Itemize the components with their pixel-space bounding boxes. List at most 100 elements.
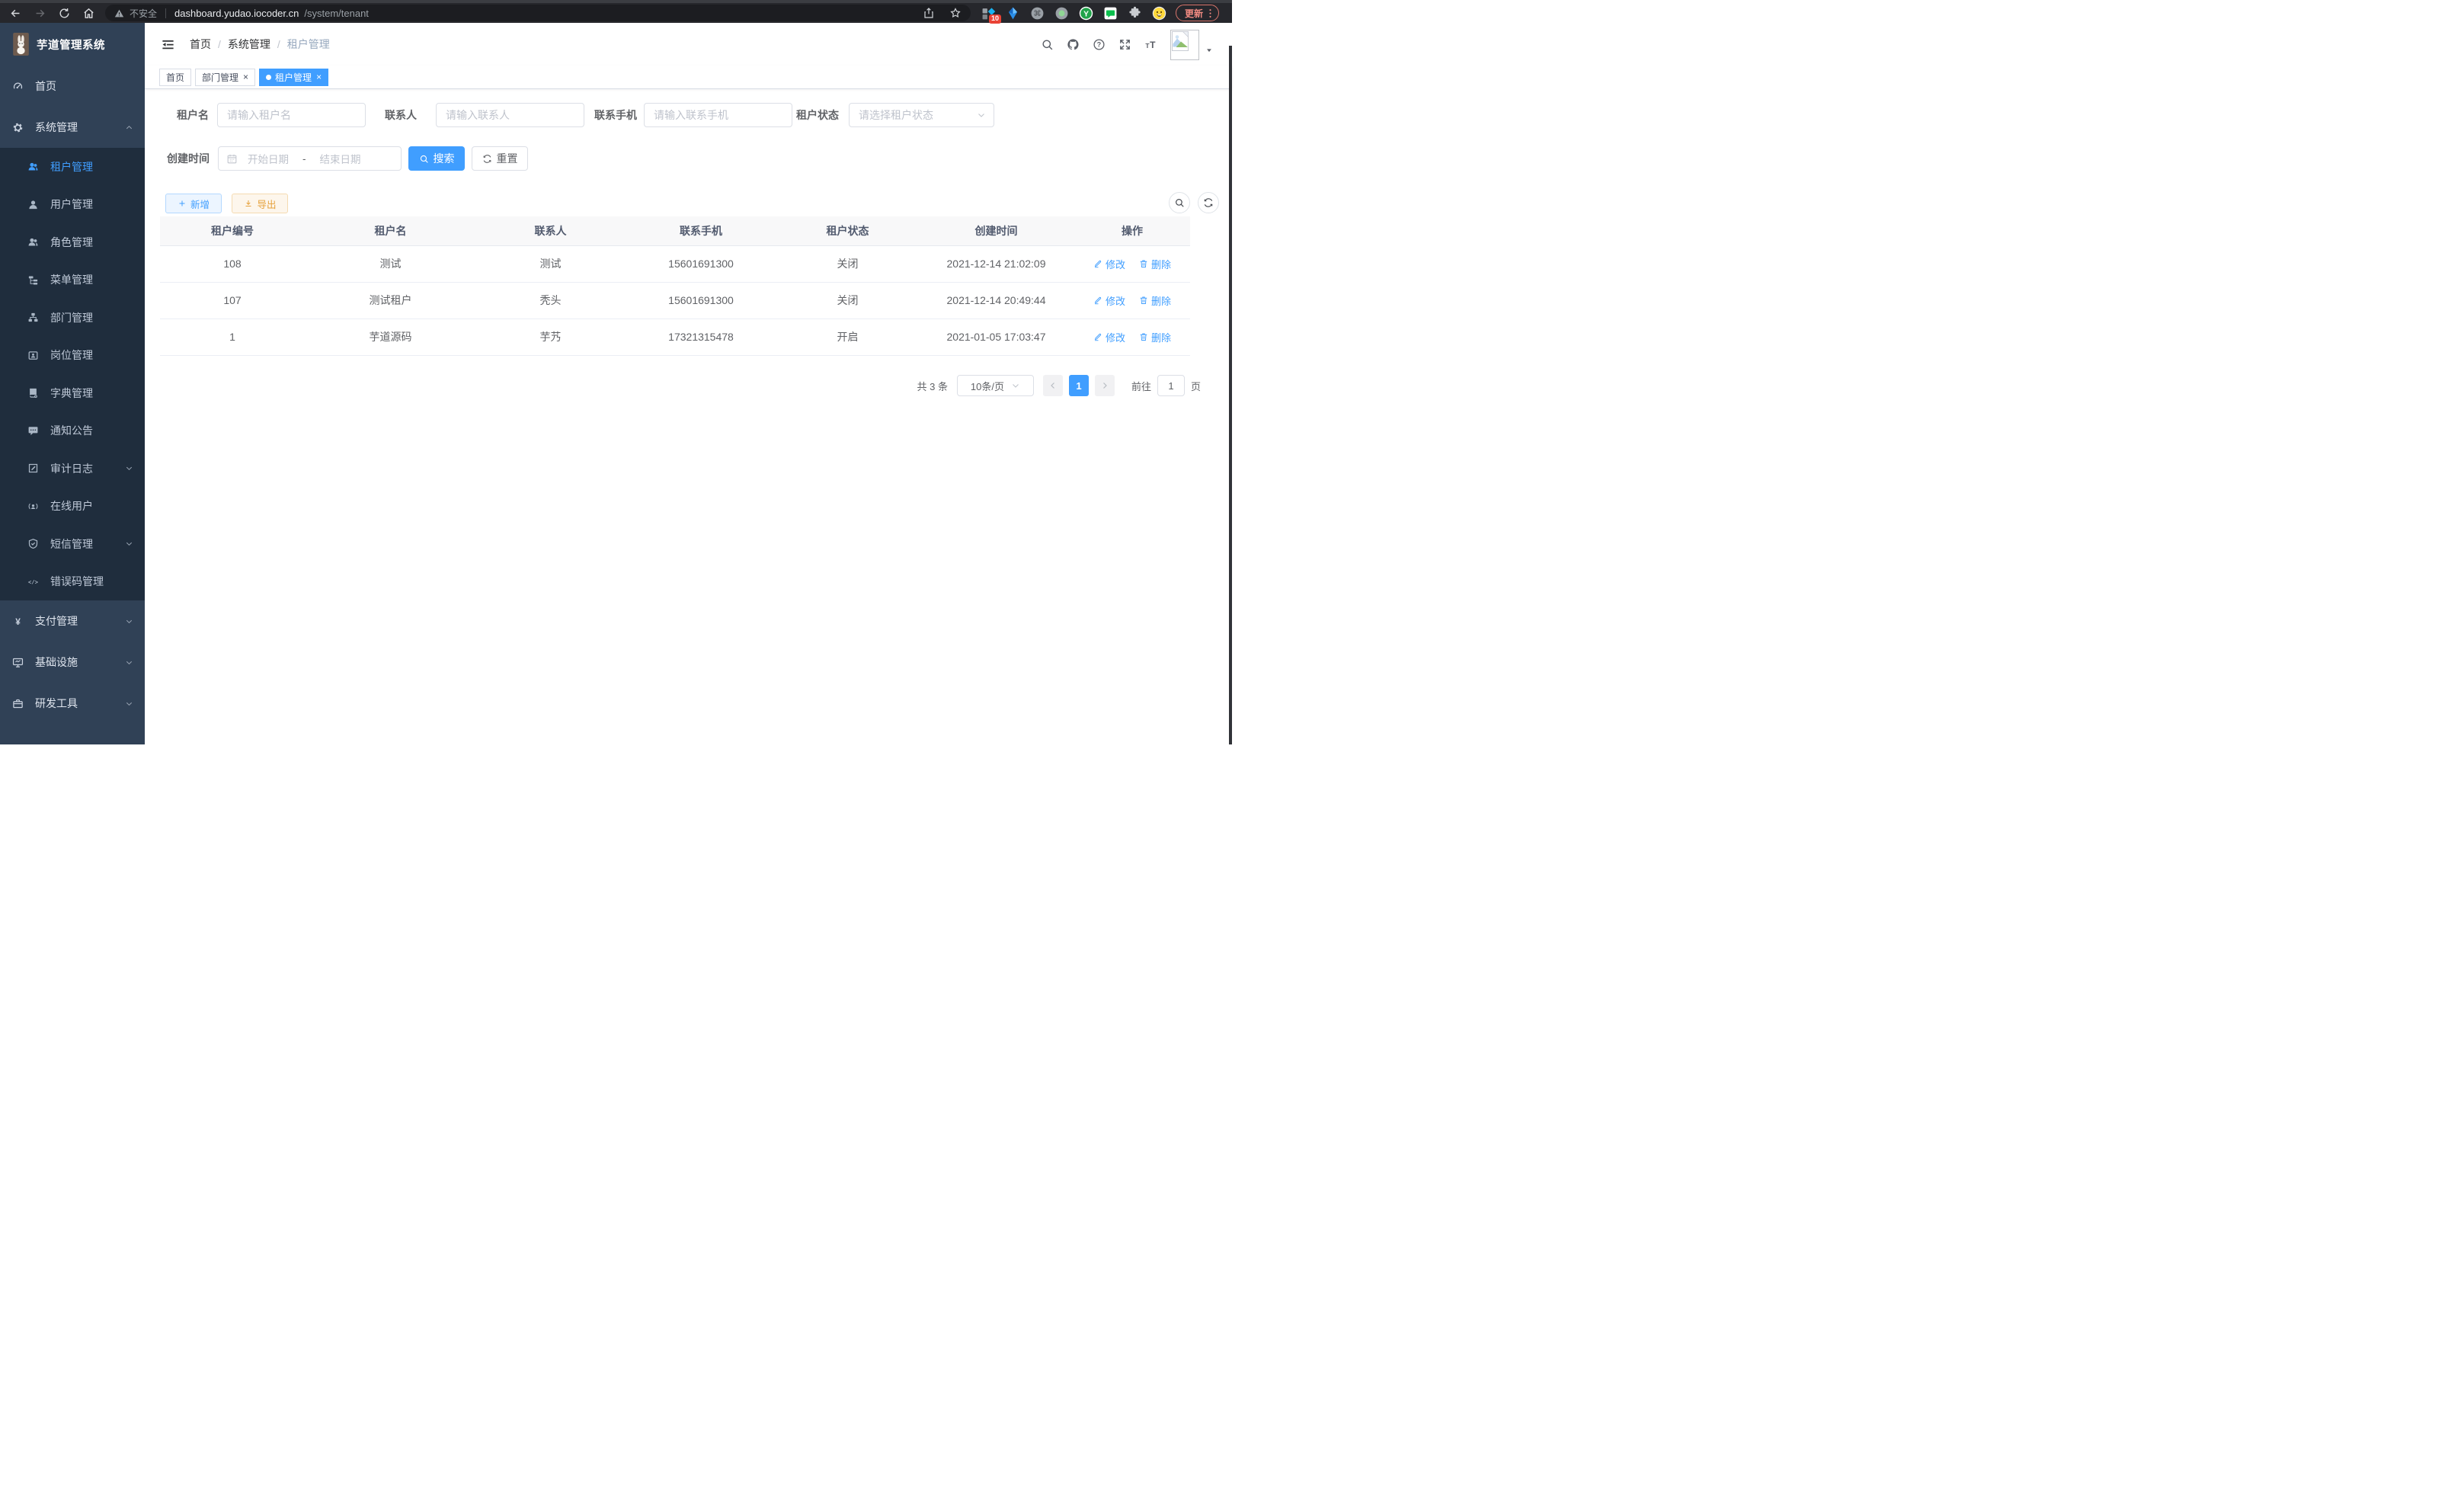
col-phone: 联系手机 xyxy=(625,216,777,245)
profile-emoji-icon[interactable] xyxy=(1152,6,1166,21)
close-icon[interactable]: × xyxy=(243,72,248,82)
sidebar-item-infra[interactable]: 基础设施 xyxy=(0,642,145,683)
page-size-select[interactable]: 10条/页 xyxy=(957,375,1034,396)
extensions-puzzle-icon[interactable] xyxy=(1128,6,1142,21)
browser-update-button[interactable]: 更新 xyxy=(1176,5,1219,21)
window-edge xyxy=(1229,46,1232,744)
app-title: 芋道管理系统 xyxy=(37,37,105,53)
sidebar-item-tenant[interactable]: 租户管理 xyxy=(0,148,145,186)
avatar-caret-icon[interactable] xyxy=(1205,46,1213,54)
breadcrumb-system[interactable]: 系统管理 xyxy=(228,37,270,52)
font-size-icon[interactable]: TT xyxy=(1144,38,1157,51)
tab-home[interactable]: 首页 xyxy=(159,69,191,86)
code-icon: </> xyxy=(27,576,39,587)
sidebar-item-home[interactable]: 首页 xyxy=(0,66,145,107)
breadcrumb-home[interactable]: 首页 xyxy=(190,37,211,52)
status-select[interactable]: 请选择租户状态 xyxy=(849,103,994,127)
show-search-button[interactable] xyxy=(1169,192,1190,213)
url-path[interactable]: /system/tenant xyxy=(304,8,369,19)
contact-input[interactable] xyxy=(436,103,584,127)
search-icon[interactable] xyxy=(1041,38,1054,51)
online-icon xyxy=(27,501,39,512)
reload-icon[interactable] xyxy=(58,7,71,20)
extension-y-icon[interactable]: Y xyxy=(1079,6,1093,21)
github-icon[interactable] xyxy=(1067,38,1080,51)
refresh-table-button[interactable] xyxy=(1198,192,1219,213)
avatar[interactable] xyxy=(1170,30,1199,60)
sidebar-item-post[interactable]: 岗位管理 xyxy=(0,337,145,375)
chevron-down-icon xyxy=(125,539,133,548)
browser-nav-buttons xyxy=(0,7,105,20)
sidebar-item-online-user[interactable]: 在线用户 xyxy=(0,488,145,526)
current-page[interactable]: 1 xyxy=(1069,375,1089,396)
sidebar-item-audit-log[interactable]: 审计日志 xyxy=(0,450,145,488)
sidebar-item-sms[interactable]: 短信管理 xyxy=(0,525,145,563)
search-icon xyxy=(1174,197,1185,208)
share-icon[interactable] xyxy=(923,7,935,19)
url-host[interactable]: dashboard.yudao.iocoder.cn xyxy=(174,8,299,19)
start-date[interactable]: 开始日期 xyxy=(245,151,292,166)
sidebar-item-menu[interactable]: 菜单管理 xyxy=(0,261,145,299)
security-warning-icon[interactable] xyxy=(114,8,124,18)
bookmark-star-icon[interactable] xyxy=(949,7,962,19)
app-logo[interactable]: 芋道管理系统 xyxy=(0,23,145,66)
sidebar-item-dept[interactable]: 部门管理 xyxy=(0,299,145,337)
edit-button[interactable]: 修改 xyxy=(1093,293,1125,308)
delete-button[interactable]: 删除 xyxy=(1139,293,1171,308)
sidebar-item-role[interactable]: 角色管理 xyxy=(0,223,145,261)
tab-tenant[interactable]: 租户管理 × xyxy=(259,69,328,86)
reset-button[interactable]: 重置 xyxy=(472,146,528,171)
security-label[interactable]: 不安全 xyxy=(130,7,157,20)
edit-button[interactable]: 修改 xyxy=(1093,257,1125,271)
sidebar-item-system[interactable]: 系统管理 xyxy=(0,107,145,148)
refresh-icon xyxy=(482,154,492,164)
forward-icon[interactable] xyxy=(34,7,46,20)
sidebar-item-user[interactable]: 用户管理 xyxy=(0,186,145,224)
add-button[interactable]: 新增 xyxy=(165,194,222,213)
delete-button[interactable]: 删除 xyxy=(1139,330,1171,344)
sidebar-item-dict[interactable]: 字典管理 xyxy=(0,374,145,412)
chevron-down-icon xyxy=(1011,381,1020,390)
tab-dept[interactable]: 部门管理 × xyxy=(195,69,255,86)
sidebar-fold-icon[interactable] xyxy=(161,37,175,52)
prev-page-button[interactable] xyxy=(1043,375,1063,396)
sidebar-item-payment[interactable]: ¥ 支付管理 xyxy=(0,600,145,642)
badge-icon xyxy=(27,350,39,361)
goto-page-input[interactable] xyxy=(1157,375,1185,396)
export-button[interactable]: 导出 xyxy=(232,194,288,213)
svg-text:</>: </> xyxy=(28,580,38,586)
close-icon[interactable]: × xyxy=(316,72,322,82)
sidebar-item-dev-tools[interactable]: 研发工具 xyxy=(0,683,145,724)
browser-menu-icon[interactable] xyxy=(1205,8,1216,19)
extension-chat-icon[interactable] xyxy=(1103,6,1118,21)
edit-button[interactable]: 修改 xyxy=(1093,330,1125,344)
extension-record-icon[interactable] xyxy=(1054,6,1069,21)
trash-icon xyxy=(1139,332,1148,341)
edit-icon xyxy=(1093,259,1102,268)
contact-label: 联系人 xyxy=(384,107,417,123)
extension-blocks-icon[interactable]: 10 xyxy=(981,6,996,21)
col-contact: 联系人 xyxy=(476,216,625,245)
sidebar-item-error-code[interactable]: </> 错误码管理 xyxy=(0,563,145,601)
help-icon[interactable]: ? xyxy=(1093,38,1106,51)
address-bar[interactable]: 不安全 dashboard.yudao.iocoder.cn/system/te… xyxy=(105,5,971,21)
extension-command-icon[interactable]: ⌘ xyxy=(1030,6,1045,21)
tenant-name-input[interactable] xyxy=(217,103,366,127)
back-icon[interactable] xyxy=(9,7,22,20)
sidebar-item-notice[interactable]: 通知公告 xyxy=(0,412,145,450)
col-created: 创建时间 xyxy=(918,216,1074,245)
extension-kite-icon[interactable] xyxy=(1006,6,1020,21)
end-date[interactable]: 结束日期 xyxy=(317,151,364,166)
status-label: 租户状态 xyxy=(796,107,837,123)
next-page-button[interactable] xyxy=(1095,375,1115,396)
delete-button[interactable]: 删除 xyxy=(1139,257,1171,271)
audit-icon xyxy=(27,463,39,474)
search-button[interactable]: 搜索 xyxy=(408,146,465,171)
phone-input[interactable] xyxy=(644,103,792,127)
date-range-picker[interactable]: 开始日期 - 结束日期 xyxy=(218,146,402,171)
download-icon xyxy=(244,199,253,208)
svg-text:⌘: ⌘ xyxy=(1033,10,1041,18)
home-icon[interactable] xyxy=(82,7,95,20)
user-icon xyxy=(27,199,39,210)
fullscreen-icon[interactable] xyxy=(1118,38,1131,51)
